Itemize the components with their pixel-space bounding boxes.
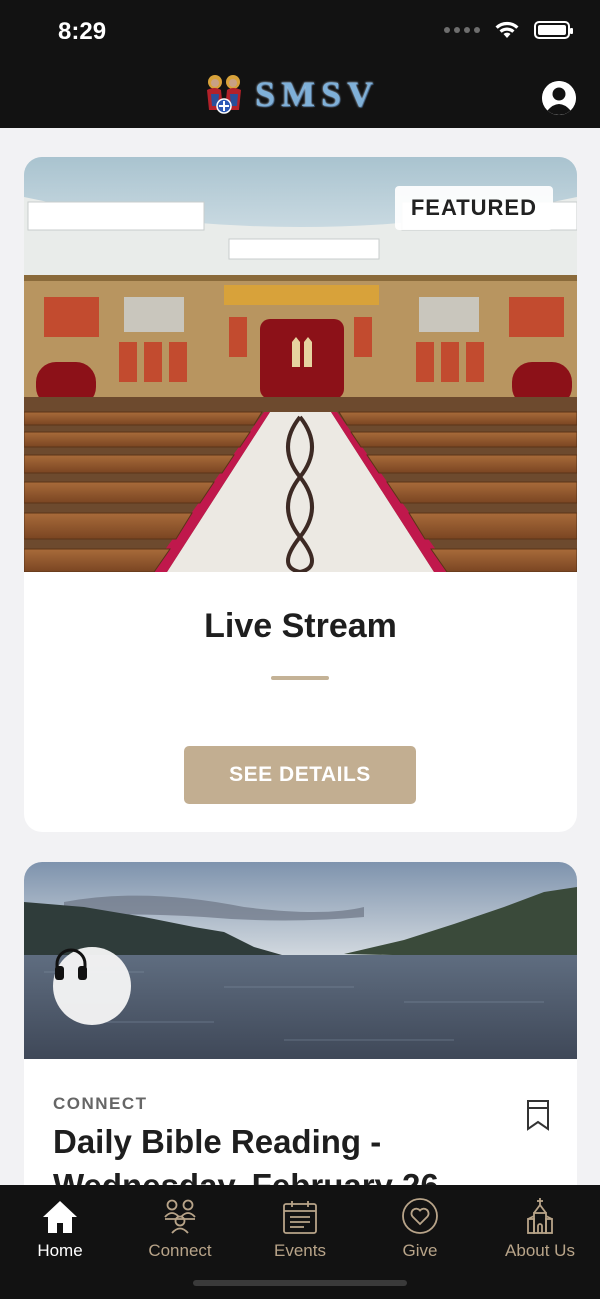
top-bar: 8:29 SMSV xyxy=(0,0,600,128)
lake-landscape-image xyxy=(24,862,577,1059)
church-interior-image: FEATURED xyxy=(24,157,577,572)
tab-give[interactable]: Give xyxy=(360,1185,480,1265)
heart-icon xyxy=(402,1198,438,1234)
church-icon xyxy=(527,1198,553,1234)
tab-home[interactable]: Home xyxy=(0,1185,120,1265)
audio-play-button[interactable] xyxy=(53,947,131,1025)
status-icons xyxy=(444,20,573,40)
home-icon xyxy=(43,1201,77,1233)
bookmark-button[interactable] xyxy=(525,1099,551,1136)
tab-about-us[interactable]: About Us xyxy=(480,1185,600,1265)
user-icon xyxy=(542,81,576,115)
featured-card[interactable]: FEATURED Live Stream SEE DETAILS xyxy=(24,157,577,832)
battery-icon xyxy=(534,21,573,39)
tab-events[interactable]: Events xyxy=(240,1185,360,1265)
tab-label: About Us xyxy=(505,1241,575,1260)
featured-badge: FEATURED xyxy=(394,186,553,230)
logo-text: SMSV xyxy=(255,74,380,114)
tab-label: Give xyxy=(402,1241,438,1260)
logo-emblem-icon xyxy=(207,75,241,114)
category-label: CONNECT xyxy=(53,1094,148,1113)
status-time: 8:29 xyxy=(58,18,107,45)
tab-connect[interactable]: Connect xyxy=(120,1185,240,1265)
home-indicator xyxy=(193,1280,407,1286)
bookmark-icon xyxy=(527,1100,549,1131)
tab-label: Connect xyxy=(148,1241,212,1260)
card-title: Live Stream xyxy=(204,607,397,645)
wifi-icon xyxy=(495,21,519,38)
people-icon xyxy=(164,1199,196,1234)
headphones-icon xyxy=(55,948,87,980)
app-logo[interactable]: SMSV xyxy=(203,72,379,116)
tab-label: Home xyxy=(37,1241,83,1260)
calendar-icon xyxy=(283,1201,317,1234)
tab-label: Events xyxy=(274,1241,326,1260)
signal-icon xyxy=(444,27,480,33)
title-divider xyxy=(271,676,329,680)
content-card[interactable]: CONNECT Daily Bible Reading - Wednesday,… xyxy=(24,862,577,1202)
see-details-button[interactable]: SEE DETAILS xyxy=(184,746,416,804)
profile-button[interactable] xyxy=(542,81,576,115)
